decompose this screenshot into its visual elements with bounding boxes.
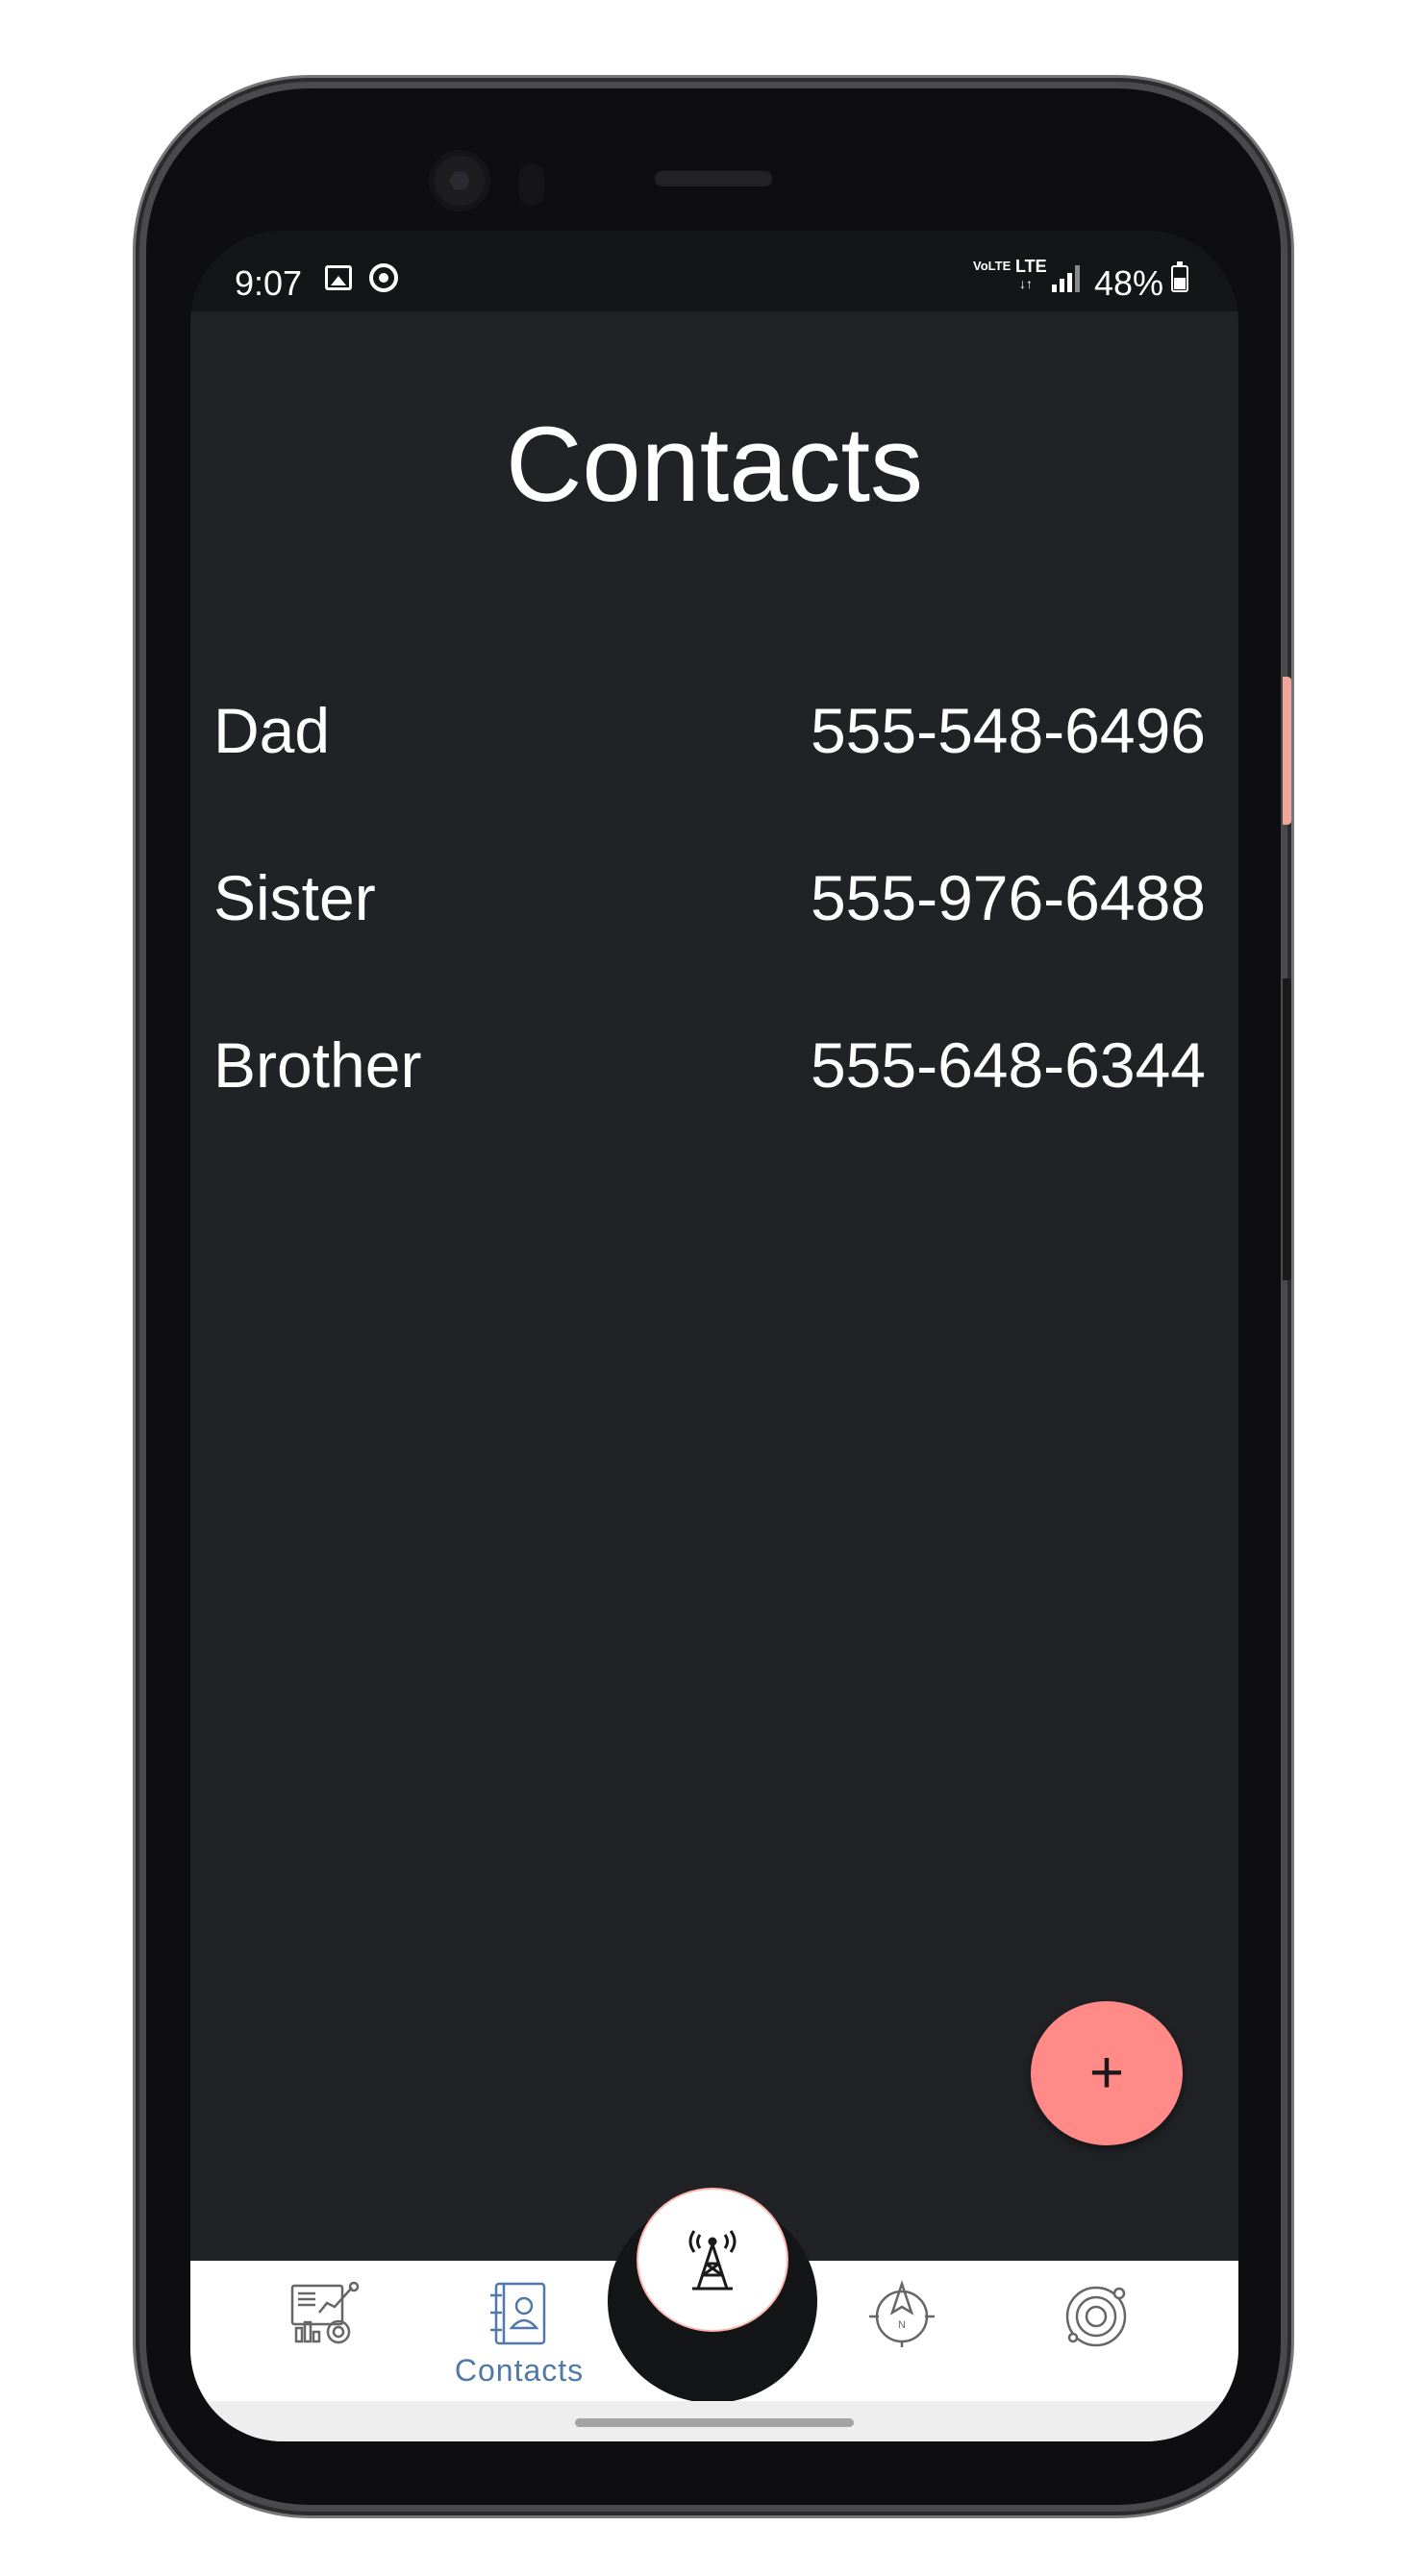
contact-row-dad[interactable]: Dad 555-548-6496 — [213, 694, 1206, 780]
home-indicator[interactable] — [575, 2418, 854, 2427]
front-camera — [429, 150, 490, 211]
volume-button — [1283, 978, 1291, 1280]
lte-indicator: LTE — [1015, 257, 1047, 276]
sync-notification-icon — [369, 263, 398, 292]
status-bar: 9:07 VoLTE LTE ↓↑ 48% — [190, 231, 1238, 311]
nav-item-analytics[interactable] — [231, 2280, 423, 2395]
add-contact-button[interactable]: + — [1031, 2001, 1183, 2145]
nav-item-compass[interactable]: N — [806, 2280, 998, 2395]
nav-item-orbit[interactable] — [1000, 2280, 1192, 2395]
battery-percent: 48% — [1094, 263, 1164, 303]
nav-item-contacts[interactable]: Contacts — [423, 2280, 615, 2395]
contact-name: Sister — [213, 862, 376, 933]
cell-tower-icon — [688, 2230, 737, 2291]
signal-strength-icon — [1052, 265, 1085, 292]
image-notification-icon — [325, 265, 352, 290]
contact-name: Brother — [213, 1029, 422, 1101]
contact-phone: 555-976-6488 — [810, 862, 1206, 933]
contacts-book-icon — [490, 2282, 546, 2345]
status-time: 9:07 — [235, 263, 303, 303]
app-screen: 9:07 VoLTE LTE ↓↑ 48% Contacts Dad 555-5… — [190, 231, 1238, 2441]
data-activity-icon: ↓↑ — [1019, 276, 1033, 291]
page-title: Contacts — [505, 406, 924, 524]
contact-phone: 555-648-6344 — [810, 1029, 1206, 1101]
earpiece-speaker — [654, 169, 773, 186]
contact-row-brother[interactable]: Brother 555-648-6344 — [213, 1028, 1206, 1115]
battery-icon — [1171, 261, 1188, 292]
power-button — [1283, 677, 1291, 825]
proximity-sensor — [519, 163, 544, 206]
contact-phone: 555-548-6496 — [810, 695, 1206, 766]
analytics-icon — [290, 2281, 360, 2344]
nav-label-contacts: Contacts — [454, 2353, 585, 2388]
contact-row-sister[interactable]: Sister 555-976-6488 — [213, 861, 1206, 948]
contact-name: Dad — [213, 695, 331, 766]
compass-icon: N — [869, 2280, 935, 2347]
center-tower-button[interactable] — [637, 2188, 788, 2332]
orbit-icon — [1065, 2286, 1127, 2347]
volte-indicator: VoLTE — [973, 259, 1012, 273]
svg-text:N: N — [898, 2319, 906, 2331]
